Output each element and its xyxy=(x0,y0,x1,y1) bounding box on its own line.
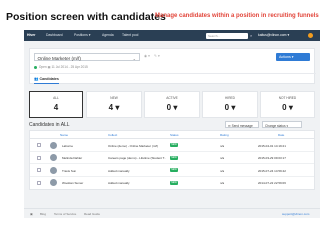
stage-label: ACTIVE xyxy=(166,96,178,100)
position-select[interactable]: Online Marketer (m/f) ⌄ xyxy=(34,53,140,61)
table-header: Name Collect Status Rating Date xyxy=(30,131,314,139)
tab-strip: 👥 Candidates xyxy=(30,73,316,85)
header-rating[interactable]: Rating xyxy=(220,133,229,137)
candidate-rating: n/a xyxy=(220,156,225,160)
avatar xyxy=(50,141,57,149)
slide-subtitle: Manage candidates within a position in r… xyxy=(155,13,319,19)
app-logo[interactable]: Hiver xyxy=(27,33,35,37)
candidate-rating: n/a xyxy=(220,168,225,173)
table-row[interactable]: Laborne Online (demo) - Online Marketer … xyxy=(30,139,314,152)
candidate-name[interactable]: Melinda Dahler xyxy=(62,156,104,160)
edit-icon[interactable]: ✎ ▾ xyxy=(154,54,160,58)
avatar xyxy=(50,166,57,174)
stage-count: 0 ▾ xyxy=(282,103,293,112)
candidates-table: Name Collect Status Rating Date Laborne … xyxy=(29,130,315,190)
stage-count: 4 xyxy=(53,103,59,112)
app-window: Hiver Dashboard Positions ▾ Agenda Talen… xyxy=(24,30,320,218)
row-checkbox[interactable] xyxy=(37,143,41,147)
position-dates: 11 Jul 2014 - 25 Apr 2015 xyxy=(51,65,88,69)
support-email-link[interactable]: support@vlinon.com xyxy=(282,212,309,216)
candidate-name[interactable]: Laborne xyxy=(62,144,104,148)
send-message-button[interactable]: ✉ Send message xyxy=(225,121,259,128)
stage-all[interactable]: ALL 4 xyxy=(29,91,83,118)
stage-count: 4 ▾ xyxy=(108,103,120,112)
candidate-date: 2015-04-01 14:19:21 xyxy=(258,143,286,148)
stage-label: HIRED xyxy=(225,96,235,100)
footer-link-terms[interactable]: Terms of Service xyxy=(54,212,76,216)
stage-label: NOT HIRED xyxy=(278,96,297,100)
actions-button[interactable]: Actions ▾ xyxy=(276,52,310,61)
row-checkbox[interactable] xyxy=(37,180,41,185)
stage-not-hired[interactable]: NOT HIRED 0 ▾ xyxy=(260,91,315,118)
candidate-date: 2015-07-24 14:59:42 xyxy=(258,168,286,173)
table-row[interactable]: Wookian Sumer Added manually NEW n/a 201… xyxy=(30,177,314,190)
notification-icon[interactable] xyxy=(308,32,313,38)
footer-logo: ▣ xyxy=(30,212,33,216)
header-status[interactable]: Status xyxy=(170,133,179,137)
chevron-down-icon: ⌄ xyxy=(132,55,136,61)
candidate-collect: Added manually xyxy=(108,168,130,173)
footer-link-guide[interactable]: Read Guide xyxy=(84,212,100,216)
status-badge: NEW xyxy=(170,155,178,160)
header-collect[interactable]: Collect xyxy=(108,133,117,137)
user-menu[interactable]: kaitus@vlinon.com ▾ xyxy=(258,33,289,37)
table-row[interactable]: Melinda Dahler Careers page (demo) - Lif… xyxy=(30,152,314,164)
stage-label: NEW xyxy=(110,96,118,100)
top-navigation: Hiver Dashboard Positions ▾ Agenda Talen… xyxy=(24,30,320,41)
candidate-date: 2014-07-22 22:59:06 xyxy=(258,181,286,185)
stage-label: ALL xyxy=(53,96,59,100)
nav-positions[interactable]: Positions ▾ xyxy=(74,33,90,37)
status-badge: NEW xyxy=(170,143,178,147)
view-icon[interactable]: ◉ ▾ xyxy=(144,54,150,58)
candidate-date: 2015-03-29 09:03:17 xyxy=(258,156,286,160)
table-row[interactable]: Travis Sun Added manually NEW n/a 2015-0… xyxy=(30,164,314,177)
avatar xyxy=(50,179,57,186)
avatar xyxy=(50,154,57,161)
candidate-rating: n/a xyxy=(220,181,225,185)
tab-candidates[interactable]: 👥 Candidates xyxy=(34,77,59,84)
search-icon[interactable]: ⌕ xyxy=(250,33,252,38)
status-badge: NEW xyxy=(170,168,178,172)
candidate-rating: n/a xyxy=(220,143,225,148)
position-card: Online Marketer (m/f) ⌄ ◉ ▾ ✎ ▾ Actions … xyxy=(29,48,316,85)
status-badge: NEW xyxy=(170,180,178,185)
candidate-name[interactable]: Wookian Sumer xyxy=(62,181,104,185)
tab-candidates-label: Candidates xyxy=(39,77,59,81)
stage-funnel: ALL 4 NEW 4 ▾ ACTIVE 0 ▾ HIRED 0 ▾ NOT H… xyxy=(29,91,315,118)
footer-link-blog[interactable]: Blog xyxy=(40,212,46,216)
footer: ▣ Blog Terms of Service Read Guide suppo… xyxy=(24,208,320,218)
header-date[interactable]: Date xyxy=(278,133,284,137)
row-checkbox[interactable] xyxy=(37,155,41,160)
list-toolbar: Candidates in ALL ✉ Send message Change … xyxy=(29,120,315,130)
search-input[interactable]: Search... xyxy=(206,32,248,39)
nav-talent-pool[interactable]: Talent pool xyxy=(122,33,138,37)
candidate-collect: Online (demo) - Online Marketer (m/f) xyxy=(108,143,159,148)
change-status-button[interactable]: Change status ▾ xyxy=(262,121,302,128)
stage-new[interactable]: NEW 4 ▾ xyxy=(86,91,142,118)
send-message-label: Send message xyxy=(231,123,253,128)
position-status: Open ▦ 11 Jul 2014 - 25 Apr 2015 xyxy=(34,65,88,69)
row-checkbox[interactable] xyxy=(37,168,41,172)
slide-title: Position screen with candidates xyxy=(6,11,166,23)
stage-hired[interactable]: HIRED 0 ▾ xyxy=(202,91,258,118)
candidate-collect: Careers page (demo) - Lifetime (Student … xyxy=(108,156,166,160)
stage-count: 0 ▾ xyxy=(224,103,236,112)
list-title: Candidates in ALL xyxy=(29,122,70,128)
status-text: Open xyxy=(38,65,47,69)
nav-dashboard[interactable]: Dashboard xyxy=(46,33,63,37)
position-select-value: Online Marketer (m/f) xyxy=(37,55,81,61)
status-dot-icon xyxy=(34,65,37,69)
nav-agenda[interactable]: Agenda xyxy=(102,33,114,37)
candidate-collect: Added manually xyxy=(108,181,130,185)
stage-active[interactable]: ACTIVE 0 ▾ xyxy=(144,91,200,118)
stage-count: 0 ▾ xyxy=(166,103,178,112)
header-name[interactable]: Name xyxy=(60,133,68,137)
candidate-name[interactable]: Travis Sun xyxy=(62,169,104,173)
